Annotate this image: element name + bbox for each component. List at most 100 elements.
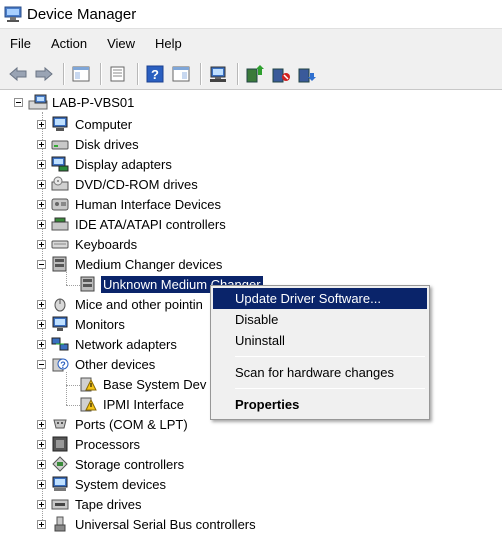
- expand-toggle[interactable]: [37, 319, 46, 329]
- collapse-toggle[interactable]: [37, 359, 46, 369]
- update-driver-menu-item[interactable]: Update Driver Software...: [213, 288, 427, 309]
- tree-item-processors[interactable]: Processors: [37, 434, 142, 454]
- window-title: Device Manager: [27, 5, 137, 23]
- tree-item-monitors[interactable]: Monitors: [37, 314, 127, 334]
- mouse-icon: [51, 296, 69, 312]
- disable-menu-item[interactable]: Disable: [213, 309, 427, 330]
- tree-item-network-adapters[interactable]: Network adapters: [37, 334, 179, 354]
- computer-icon: [28, 94, 48, 110]
- toolbar-separator: [100, 62, 101, 85]
- tree-item-label: IDE ATA/ATAPI controllers: [75, 216, 226, 232]
- tree-item-keyboards[interactable]: Keyboards: [37, 234, 139, 254]
- scan-hardware-icon[interactable]: [206, 62, 230, 86]
- processor-icon: [51, 436, 69, 452]
- tape-drive-icon: [51, 496, 69, 512]
- expand-toggle[interactable]: [37, 479, 46, 489]
- expand-toggle[interactable]: [37, 499, 46, 509]
- expand-toggle[interactable]: [37, 119, 46, 129]
- tree-root[interactable]: LAB-P-VBS01: [14, 92, 136, 112]
- warning-device-icon: [79, 376, 97, 392]
- expand-toggle[interactable]: [37, 179, 46, 189]
- toolbar-separator: [200, 62, 201, 85]
- tree-item-label: Monitors: [75, 316, 125, 332]
- uninstall-menu-item[interactable]: Uninstall: [213, 330, 427, 351]
- menu-bar: File Action View Help: [0, 28, 502, 58]
- tree-item-base-system-device[interactable]: Base System Dev: [79, 374, 208, 394]
- tree-root-label: LAB-P-VBS01: [52, 94, 135, 110]
- uninstall-device-icon[interactable]: [295, 62, 319, 86]
- tree-item-ide[interactable]: IDE ATA/ATAPI controllers: [37, 214, 228, 234]
- tree-item-label: Ports (COM & LPT): [75, 416, 188, 432]
- tree-item-computer[interactable]: Computer: [37, 114, 134, 134]
- port-icon: [51, 416, 69, 432]
- tree-item-ports[interactable]: Ports (COM & LPT): [37, 414, 190, 434]
- tree-item-mice[interactable]: Mice and other pointin: [37, 294, 205, 314]
- help-icon[interactable]: ?: [143, 62, 167, 86]
- medium-changer-icon: [79, 276, 97, 292]
- properties-menu-item[interactable]: Properties: [213, 394, 427, 415]
- disable-device-icon[interactable]: [269, 62, 293, 86]
- warning-device-icon: [79, 396, 97, 412]
- ide-controller-icon: [51, 216, 69, 232]
- tree-item-usb-controllers[interactable]: Universal Serial Bus controllers: [37, 514, 258, 534]
- expand-toggle[interactable]: [37, 419, 46, 429]
- tree-item-ipmi-interface[interactable]: IPMI Interface: [79, 394, 186, 414]
- usb-icon: [51, 516, 69, 532]
- tree-item-tape-drives[interactable]: Tape drives: [37, 494, 143, 514]
- expand-toggle[interactable]: [37, 439, 46, 449]
- device-manager-icon: [3, 4, 23, 24]
- tree-item-medium-changer[interactable]: Medium Changer devices: [37, 254, 224, 274]
- tree-item-display-adapters[interactable]: Display adapters: [37, 154, 174, 174]
- tree-item-storage-controllers[interactable]: Storage controllers: [37, 454, 186, 474]
- expand-toggle[interactable]: [37, 159, 46, 169]
- system-devices-icon: [51, 476, 69, 492]
- other-devices-icon: ?: [51, 356, 69, 372]
- tree-item-label: Human Interface Devices: [75, 196, 221, 212]
- scan-hardware-menu-item[interactable]: Scan for hardware changes: [213, 362, 427, 383]
- tree-item-label: Storage controllers: [75, 456, 185, 472]
- toolbar-separator: [237, 62, 238, 85]
- tree-item-label: Computer: [75, 116, 133, 132]
- tree-item-label: Universal Serial Bus controllers: [75, 516, 256, 532]
- forward-icon[interactable]: [32, 62, 56, 86]
- disk-drive-icon: [51, 136, 69, 152]
- tree-item-label: System devices: [75, 476, 167, 492]
- tree-item-dvd-cdrom[interactable]: DVD/CD-ROM drives: [37, 174, 200, 194]
- collapse-toggle[interactable]: [14, 97, 23, 107]
- tree-item-label: Keyboards: [75, 236, 138, 252]
- show-hide-action-pane-icon[interactable]: [169, 62, 193, 86]
- tree-item-label: Tape drives: [75, 496, 142, 512]
- tree-item-label: Display adapters: [75, 156, 172, 172]
- tree-item-label: Mice and other pointin: [75, 296, 203, 312]
- show-hide-tree-icon[interactable]: [69, 62, 93, 86]
- collapse-toggle[interactable]: [37, 259, 46, 269]
- back-icon[interactable]: [6, 62, 30, 86]
- expand-toggle[interactable]: [37, 299, 46, 309]
- menu-help[interactable]: Help: [145, 33, 192, 55]
- tree-item-other-devices[interactable]: ? Other devices: [37, 354, 157, 374]
- expand-toggle[interactable]: [37, 519, 46, 529]
- network-adapter-icon: [51, 336, 69, 352]
- svg-text:?: ?: [151, 67, 159, 82]
- properties-icon[interactable]: [106, 62, 130, 86]
- expand-toggle[interactable]: [37, 459, 46, 469]
- tree-item-system-devices[interactable]: System devices: [37, 474, 168, 494]
- tree-connector: [66, 372, 67, 405]
- menu-file[interactable]: File: [0, 33, 41, 55]
- menu-action[interactable]: Action: [41, 33, 97, 55]
- expand-toggle[interactable]: [37, 199, 46, 209]
- menu-view[interactable]: View: [97, 33, 145, 55]
- tree-item-label: Other devices: [75, 356, 156, 372]
- tree-item-hid[interactable]: Human Interface Devices: [37, 194, 223, 214]
- expand-toggle[interactable]: [37, 239, 46, 249]
- update-driver-icon[interactable]: [243, 62, 267, 86]
- tree-item-disk-drives[interactable]: Disk drives: [37, 134, 141, 154]
- expand-toggle[interactable]: [37, 339, 46, 349]
- expand-toggle[interactable]: [37, 219, 46, 229]
- expand-toggle[interactable]: [37, 139, 46, 149]
- toolbar: ?: [0, 58, 502, 90]
- tree-connector: [66, 405, 80, 406]
- tree-item-label: Network adapters: [75, 336, 177, 352]
- context-menu: Update Driver Software... Disable Uninst…: [210, 285, 430, 420]
- optical-drive-icon: [51, 176, 69, 192]
